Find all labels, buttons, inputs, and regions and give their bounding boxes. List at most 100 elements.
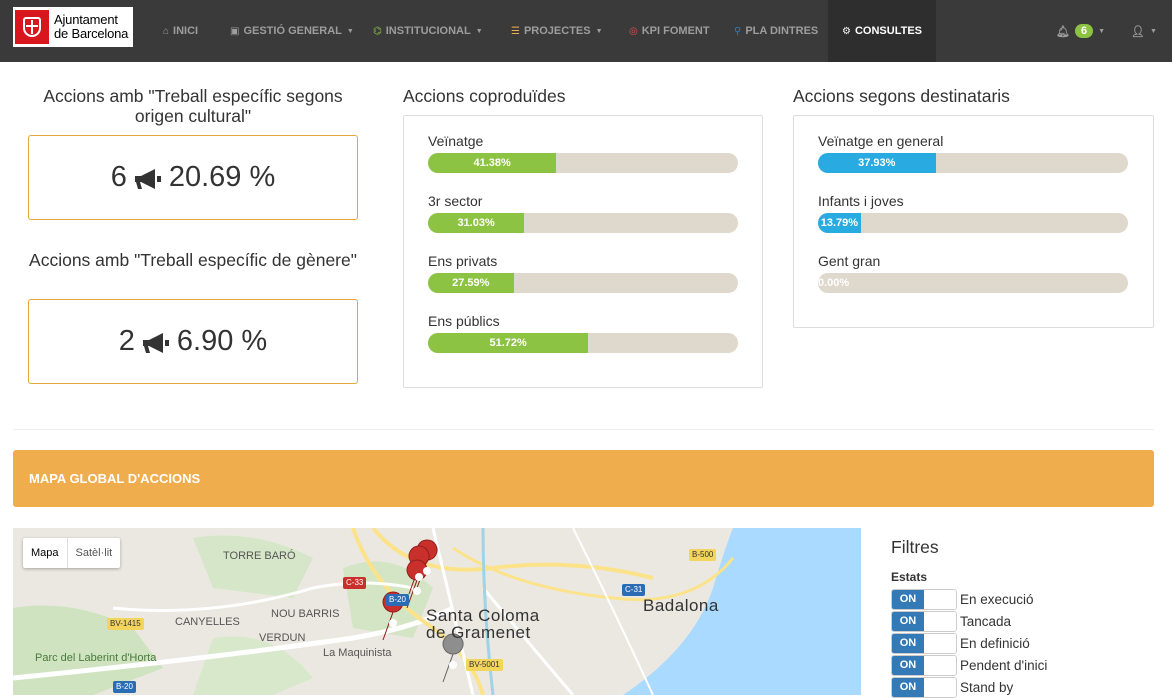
- institution-icon: ⌬: [373, 25, 382, 37]
- toggle-on-label: ON: [892, 633, 924, 653]
- progress-bar-fill: 27.59%: [428, 273, 514, 293]
- caret-down-icon: ▼: [346, 27, 354, 35]
- nav-pla-dintres[interactable]: ⚲ Pla Dintres: [734, 0, 818, 62]
- toggle-on-label: ON: [892, 677, 924, 697]
- filter-toggle-row: ON Tancada: [891, 610, 1011, 632]
- caret-down-icon: ▼: [475, 27, 483, 35]
- stat-title-origen-cultural: Accions amb "Treball específic segons or…: [43, 86, 343, 126]
- map-label: Parc del Laberint d'Horta: [35, 652, 157, 664]
- bullhorn-icon: [133, 166, 163, 190]
- bar-label: Gent gran: [818, 253, 881, 269]
- filter-toggle-row: ON En execució: [891, 588, 1034, 610]
- filter-toggle-row: ON Pendent d'inici: [891, 654, 1047, 676]
- nav-institucional[interactable]: ⌬ Institucional ▼: [373, 0, 483, 62]
- map-label: Badalona: [643, 596, 719, 615]
- filter-label: En execució: [960, 591, 1034, 607]
- progress-bar-fill: 51.72%: [428, 333, 589, 353]
- progress-bar: 13.79%: [818, 213, 1128, 233]
- user-menu[interactable]: 👤︎ ▼: [1131, 0, 1157, 62]
- nav-projectes[interactable]: ☰ Projectes ▼: [511, 0, 603, 62]
- bar-row: Ens públics 51.72%: [428, 313, 738, 353]
- notifications-badge: 6: [1074, 24, 1094, 38]
- progress-bar-fill: 31.03%: [428, 213, 525, 233]
- progress-bar: 37.93%: [818, 153, 1128, 173]
- dashboard-icon: ▣: [230, 25, 240, 37]
- toggle-on-label: ON: [892, 655, 924, 675]
- nav-kpi-foment[interactable]: ◎ KPI Foment: [629, 0, 710, 62]
- progress-bar: 0.00%: [818, 273, 1128, 293]
- top-navbar: Ajuntament de Barcelona ⌂ Inici ▣ Gestió…: [0, 0, 1172, 62]
- stat-box-genere: 2 6.90 %: [28, 299, 358, 384]
- filter-toggle-switch[interactable]: ON: [891, 632, 957, 654]
- filter-label: Pendent d'inici: [960, 657, 1048, 673]
- barcelona-shield-icon: [15, 10, 49, 44]
- bar-row: Infants i joves 13.79%: [818, 193, 1128, 233]
- stat-box-origen-cultural: 6 20.69 %: [28, 135, 358, 220]
- filters-subtitle: Estats: [891, 570, 928, 584]
- nav-consultes[interactable]: ⚙ Consultes: [828, 0, 936, 62]
- road-badge: B-500: [689, 549, 717, 561]
- bar-label: 3r sector: [428, 193, 483, 209]
- map-label: de Gramenet: [426, 623, 531, 642]
- filter-toggle-row: ON En definició: [891, 632, 1030, 654]
- toggle-handle: [924, 589, 956, 609]
- filter-label: En definició: [960, 635, 1030, 651]
- progress-bar: 41.38%: [428, 153, 738, 173]
- stat-count: 6: [110, 161, 127, 193]
- filter-toggle-switch[interactable]: ON: [891, 588, 957, 610]
- google-map[interactable]: Mapa Satèl·lit TORRE BARÓ NOU BARRIS CAN…: [13, 528, 861, 695]
- map-type-satellite-button[interactable]: Satèl·lit: [68, 538, 121, 568]
- progress-bar-fill: 37.93%: [818, 153, 936, 173]
- stat-count: 2: [118, 325, 135, 357]
- nav-gestio-general[interactable]: ▣ Gestió General ▼: [230, 0, 354, 62]
- caret-down-icon: ▼: [1098, 27, 1106, 35]
- progress-bar-text: 0.00%: [818, 277, 850, 289]
- bullhorn-icon: [141, 330, 171, 354]
- ajuntament-logo[interactable]: Ajuntament de Barcelona: [13, 7, 133, 47]
- user-icon: 👤︎: [1131, 25, 1145, 38]
- map-label: La Maquinista: [323, 647, 392, 659]
- map-label: NOU BARRIS: [271, 608, 340, 620]
- map-type-map-button[interactable]: Mapa: [23, 538, 68, 568]
- stat-percent: 20.69 %: [168, 161, 276, 193]
- caret-down-icon: ▼: [595, 27, 603, 35]
- map-label: VERDUN: [259, 632, 306, 644]
- coproduides-panel: Veïnatge 41.38% 3r sector 31.03% Ens privats…: [403, 115, 763, 388]
- notifications-menu[interactable]: 🔔︎ 6 ▼: [1056, 0, 1105, 62]
- home-icon: ⌂: [163, 25, 170, 37]
- map-label: TORRE BARÓ: [223, 550, 296, 562]
- filter-label: Tancada: [960, 613, 1012, 629]
- road-badge: BV-5001: [466, 659, 503, 671]
- filter-toggle-switch[interactable]: ON: [891, 654, 957, 676]
- progress-bar-fill: 41.38%: [428, 153, 557, 173]
- map-type-control[interactable]: Mapa Satèl·lit: [23, 538, 121, 568]
- bar-label: Veïnatge en general: [818, 133, 944, 149]
- bar-row: Gent gran 0.00%: [818, 253, 1128, 293]
- logo-line-2: de Barcelona: [54, 26, 129, 41]
- filter-toggle-switch[interactable]: ON: [891, 610, 957, 632]
- bar-label: Infants i joves: [818, 193, 904, 209]
- progress-bar: 51.72%: [428, 333, 738, 353]
- bar-row: Ens privats 27.59%: [428, 253, 738, 293]
- filter-label: Stand by: [960, 679, 1014, 695]
- toggle-handle: [924, 677, 956, 697]
- destinataris-panel: Veïnatge en general 37.93% Infants i joves…: [793, 115, 1154, 328]
- logo-line-1: Ajuntament: [54, 12, 118, 27]
- toggle-handle: [924, 655, 956, 675]
- filter-toggle-switch[interactable]: ON: [891, 676, 957, 698]
- toggle-on-label: ON: [892, 589, 924, 609]
- bar-row: Veïnatge 41.38%: [428, 133, 738, 173]
- lifebuoy-icon: ◎: [629, 25, 638, 37]
- bar-row: Veïnatge en general 37.93%: [818, 133, 1128, 173]
- gauge-icon: ⚙: [842, 25, 851, 37]
- coproduides-title: Accions coproduïdes: [403, 86, 566, 106]
- bar-row: 3r sector 31.03%: [428, 193, 738, 233]
- stat-title-genere: Accions amb "Treball específic de gènere…: [29, 250, 357, 270]
- stat-percent: 6.90 %: [176, 325, 268, 357]
- map-marker-icon: ⚲: [734, 25, 742, 37]
- nav-inici[interactable]: ⌂ Inici: [163, 0, 198, 62]
- caret-down-icon: ▼: [1149, 27, 1157, 35]
- toggle-handle: [924, 633, 956, 653]
- road-badge: C-33: [343, 577, 367, 589]
- toggle-handle: [924, 611, 956, 631]
